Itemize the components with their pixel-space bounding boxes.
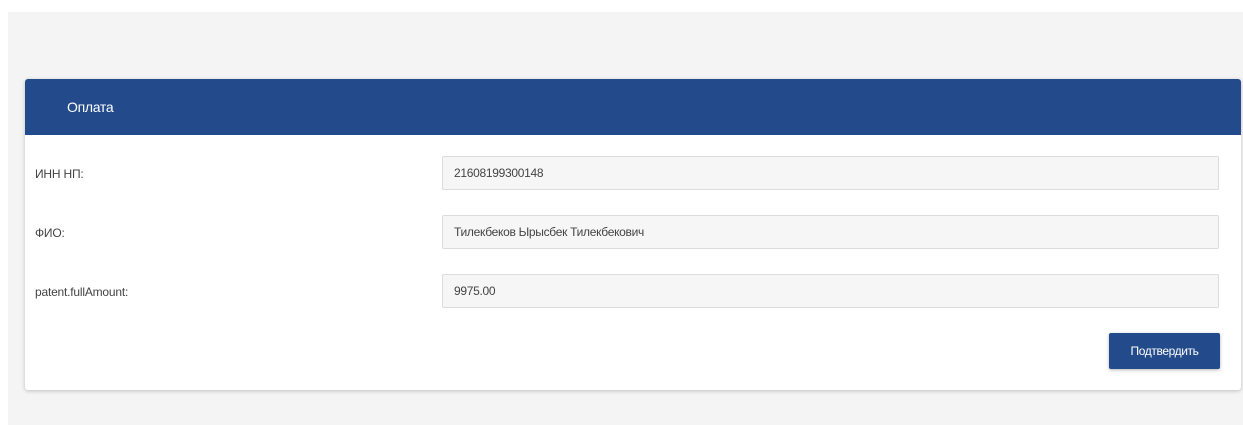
form-row-fio: ФИО: (25, 215, 1241, 251)
amount-label: patent.fullAmount: (35, 285, 129, 299)
inn-label: ИНН НП: (35, 167, 84, 181)
amount-input[interactable] (442, 274, 1219, 308)
payment-panel: Оплата ИНН НП: ФИО: patent.fullAmount: П… (25, 79, 1241, 390)
confirm-button[interactable]: Подтвердить (1109, 333, 1220, 369)
form-row-amount: patent.fullAmount: (25, 274, 1241, 310)
panel-header: Оплата (25, 79, 1241, 135)
form-row-inn: ИНН НП: (25, 156, 1241, 192)
fio-label: ФИО: (35, 226, 65, 240)
panel-title: Оплата (67, 99, 114, 115)
fio-input[interactable] (442, 215, 1219, 249)
inn-input[interactable] (442, 156, 1219, 190)
